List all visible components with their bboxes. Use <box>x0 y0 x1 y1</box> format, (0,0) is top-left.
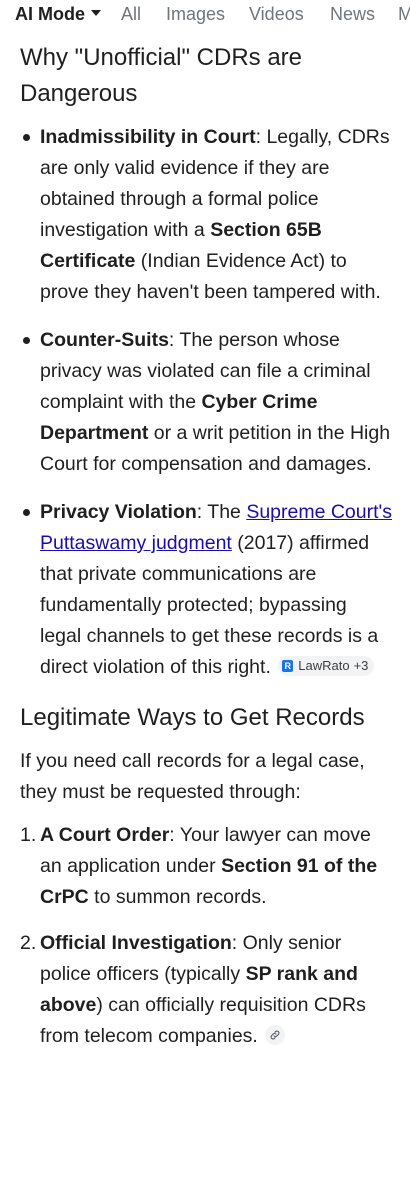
list-item: 1. A Court Order: Your lawyer can move a… <box>20 820 392 913</box>
link-glyph <box>270 1030 280 1040</box>
tab-label: AI Mode <box>15 4 85 24</box>
tab-images[interactable]: Images <box>166 3 225 25</box>
search-tabs: AI Mode All Images Videos News M <box>0 0 410 28</box>
bullet-icon <box>23 337 30 344</box>
tab-ai-mode[interactable]: AI Mode <box>15 3 101 25</box>
item-term: Inadmissibility in Court <box>40 126 256 148</box>
item-term: Counter-Suits <box>40 329 169 351</box>
list-item: Counter-Suits: The person whose privacy … <box>20 325 392 480</box>
tab-more[interactable]: M <box>398 3 410 25</box>
tab-news[interactable]: News <box>330 3 375 25</box>
item-text: : The <box>196 501 247 523</box>
methods-list: 1. A Court Order: Your lawyer can move a… <box>20 820 392 1052</box>
list-item: Privacy Violation: The Supreme Court's P… <box>20 497 392 683</box>
item-number: 2. <box>20 932 37 954</box>
item-text: to summon records. <box>88 886 267 908</box>
risk-list: Inadmissibility in Court: Legally, CDRs … <box>20 122 392 683</box>
lawrato-logo-icon: R <box>282 659 294 672</box>
chevron-down-icon <box>91 10 101 17</box>
section-intro: If you need call records for a legal cas… <box>20 750 365 803</box>
item-term: A Court Order <box>40 824 170 846</box>
section-heading: Legitimate Ways to Get Records <box>20 704 365 731</box>
tab-videos[interactable]: Videos <box>249 3 304 25</box>
source-name: LawRato <box>298 658 350 674</box>
bullet-icon <box>23 134 30 141</box>
ai-answer: Why "Unofficial" CDRs are Dangerous Inad… <box>20 40 392 1067</box>
list-item: Inadmissibility in Court: Legally, CDRs … <box>20 122 392 308</box>
bullet-icon <box>23 509 30 516</box>
list-item: 2. Official Investigation: Only senior p… <box>20 928 392 1052</box>
section-heading: Why "Unofficial" CDRs are Dangerous <box>20 44 302 107</box>
source-chip[interactable]: R LawRato +3 <box>278 655 375 676</box>
link-icon[interactable] <box>265 1024 286 1045</box>
item-term: Privacy Violation <box>40 501 197 523</box>
source-count: +3 <box>353 658 369 674</box>
item-number: 1. <box>20 824 37 846</box>
tab-all[interactable]: All <box>121 3 141 25</box>
item-term: Official Investigation <box>40 932 232 954</box>
